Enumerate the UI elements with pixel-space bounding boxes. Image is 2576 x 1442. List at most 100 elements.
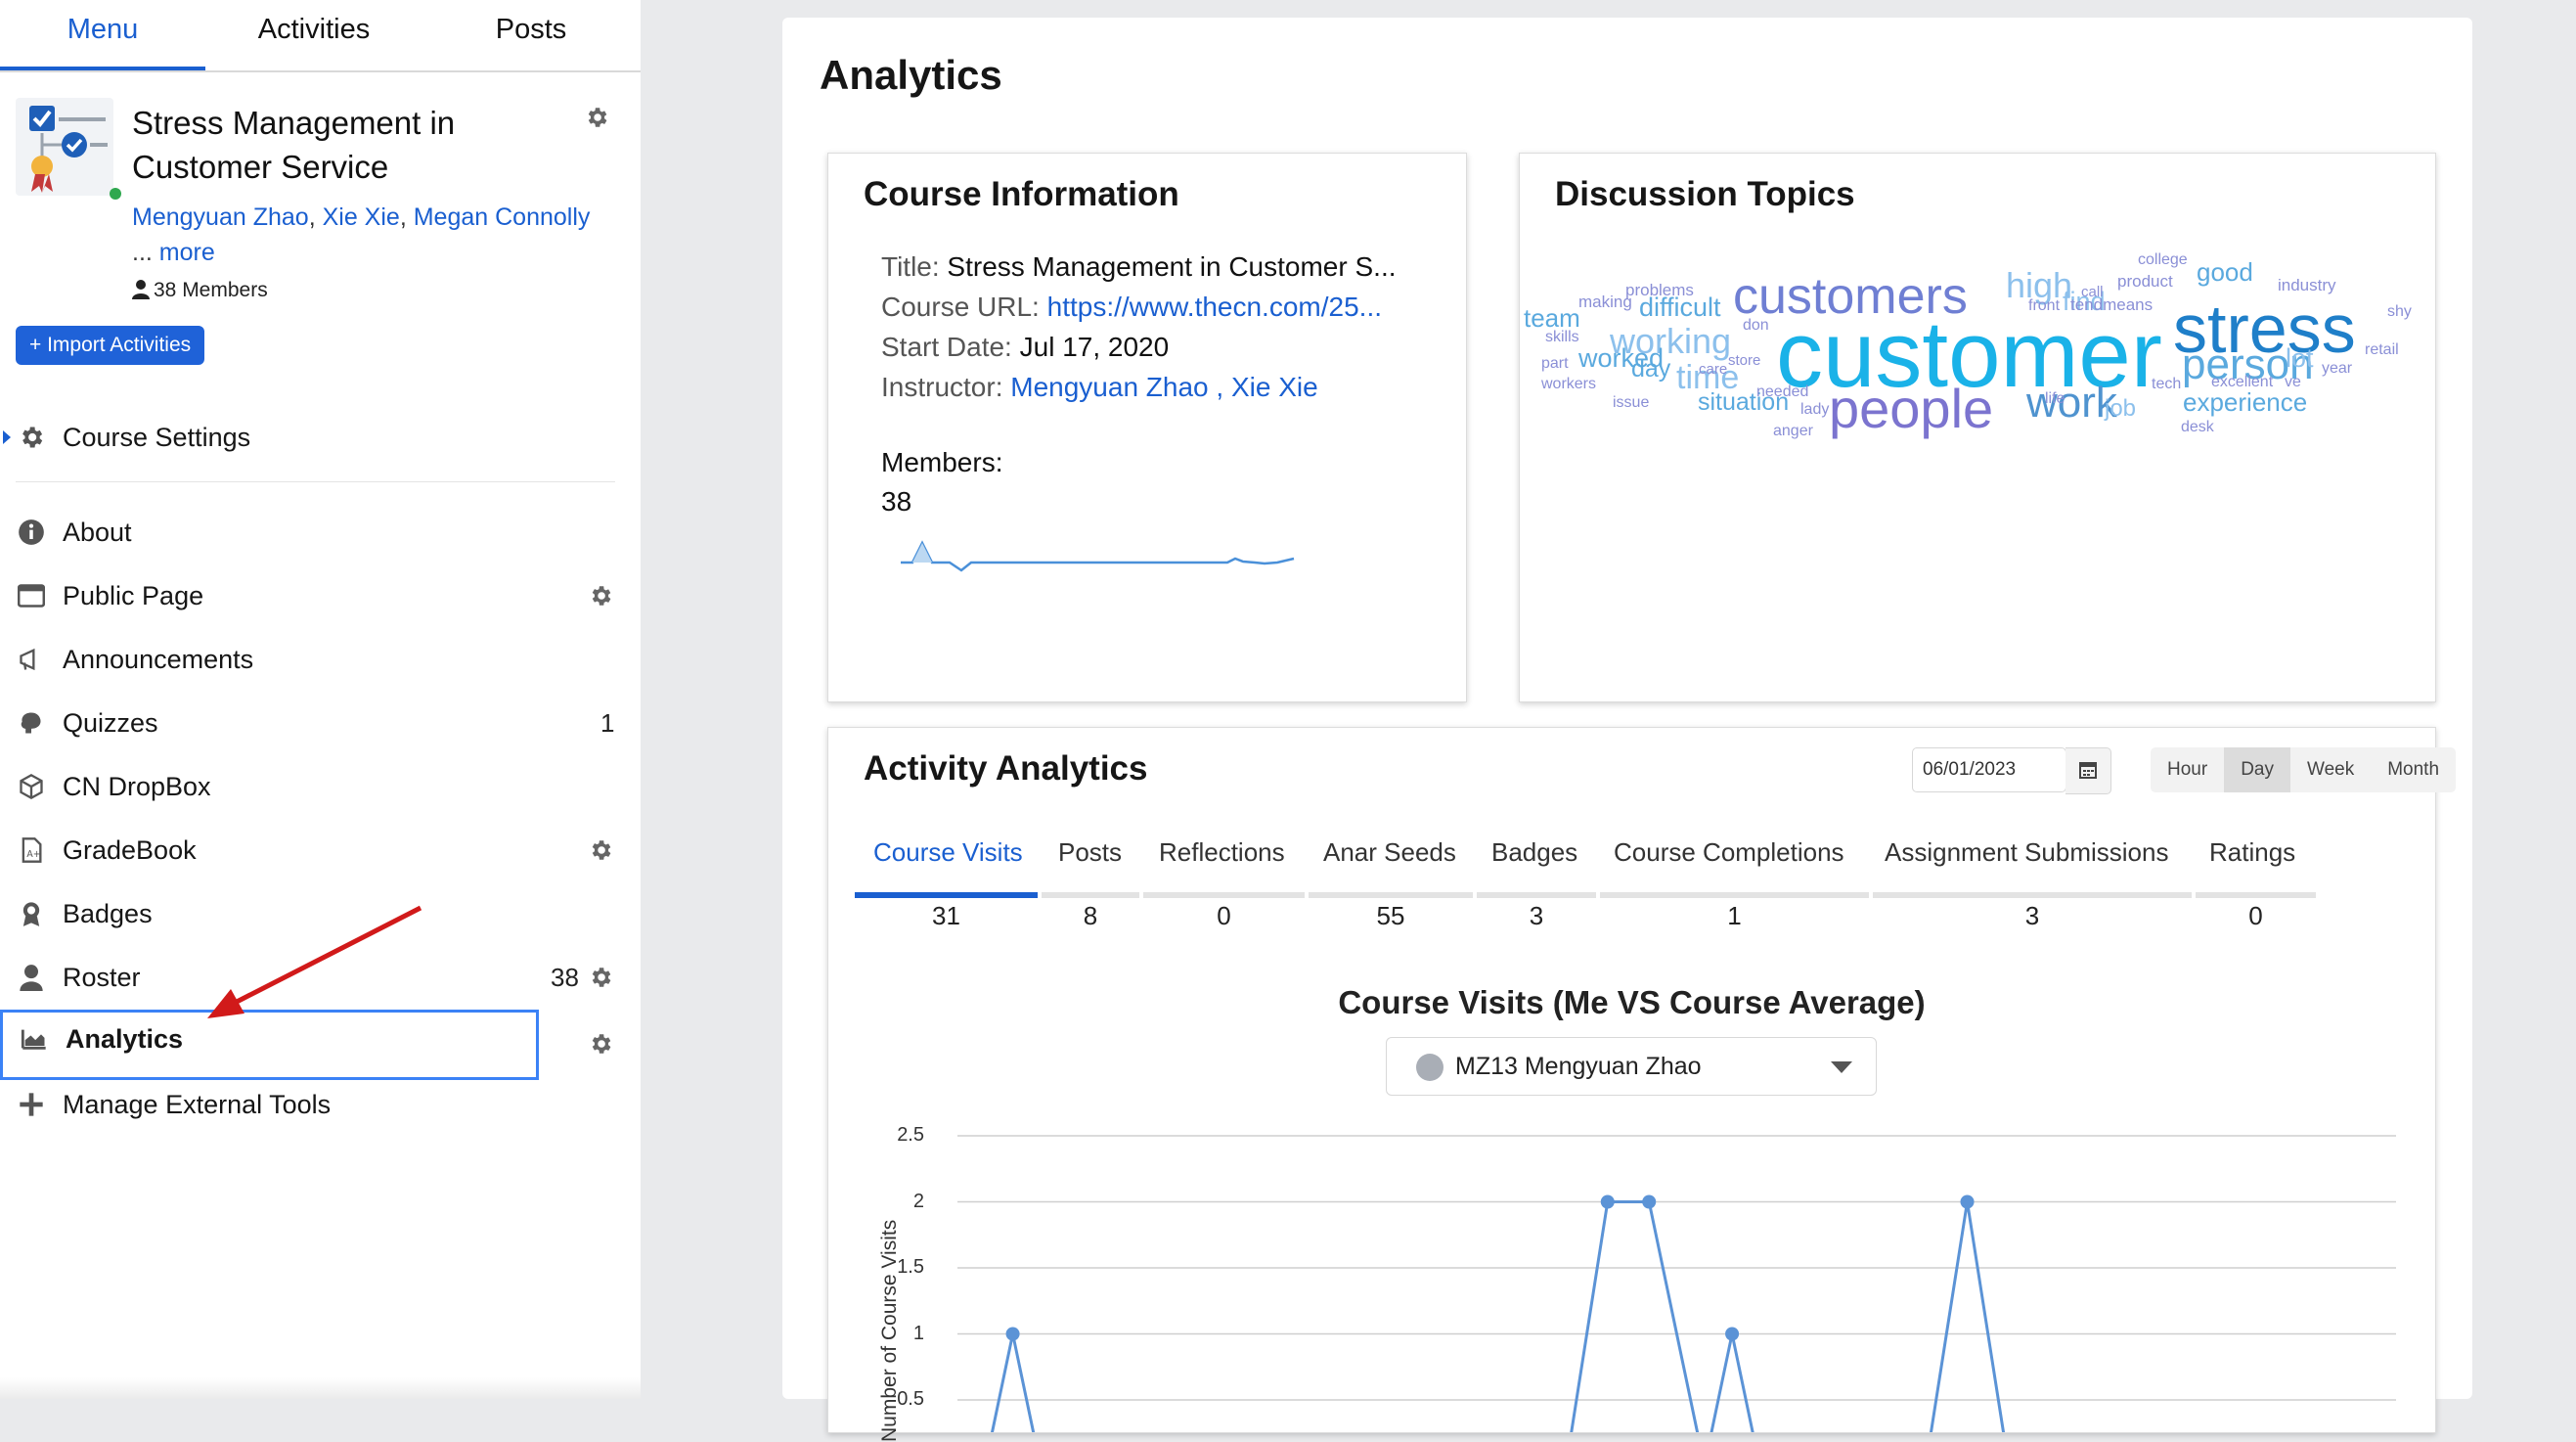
word-cloud-word: day <box>1631 355 1671 383</box>
members-value: 38 <box>881 486 912 517</box>
public-page-gear-icon[interactable] <box>588 583 613 608</box>
word-cloud-word: front <box>2028 297 2061 314</box>
roster-gear-icon[interactable] <box>588 965 613 990</box>
more-link[interactable]: more <box>159 239 215 266</box>
word-cloud-word: needed <box>1756 383 1809 400</box>
word-cloud-word: product <box>2117 272 2173 291</box>
word-cloud-word: shy <box>2387 303 2412 320</box>
word-cloud-word: people <box>1829 378 1994 439</box>
word-cloud-word: retail <box>2365 341 2399 358</box>
analytics-gear-icon[interactable] <box>588 1031 613 1057</box>
sidebar-item-label: Roster <box>63 963 141 992</box>
course-instructors: Mengyuan Zhao, Xie Xie, Megan Connolly .… <box>132 200 621 270</box>
word-cloud-word: issue <box>1613 394 1650 411</box>
gradebook-icon: A+ <box>22 837 42 863</box>
sidebar-item-announcements[interactable]: Announcements <box>0 631 626 688</box>
browser-window-icon <box>18 584 45 608</box>
sidebar-tabs: Menu Activities Posts <box>0 0 641 72</box>
word-cloud-word: anger <box>1773 423 1813 439</box>
instructor-link[interactable]: Megan Connolly <box>414 203 591 231</box>
word-cloud-word: customers <box>1733 268 1968 325</box>
word-cloud-word: tendmeans <box>2070 295 2154 314</box>
card-title: Course Information <box>864 175 1179 213</box>
sidebar-item-course-settings[interactable]: Course Settings <box>0 409 626 466</box>
word-cloud-word: life <box>2045 390 2065 407</box>
sidebar-item-quizzes[interactable]: Quizzes 1 <box>0 695 626 751</box>
info-icon <box>19 519 44 545</box>
word-cloud-word: ve <box>2285 374 2301 390</box>
course-title: Stress Management in Customer Service <box>132 105 456 185</box>
word-cloud-word: don <box>1743 317 1769 334</box>
course-settings-gear-icon[interactable] <box>584 105 609 130</box>
word-cloud-word: store <box>1728 352 1761 369</box>
caret-right-icon <box>3 430 11 444</box>
word-cloud-word: industry <box>2278 276 2336 294</box>
more-ellipsis: ... <box>132 239 159 266</box>
data-point[interactable] <box>1725 1327 1740 1341</box>
separator: , <box>399 203 414 231</box>
info-instructor-row: Instructor: Mengyuan Zhao , Xie Xie <box>881 372 1318 403</box>
data-point[interactable] <box>1642 1194 1657 1209</box>
word-cloud-word: work <box>2026 379 2117 427</box>
gradebook-gear-icon[interactable] <box>588 837 613 863</box>
sidebar-item-label: Badges <box>63 899 153 928</box>
members-sparkline <box>901 540 1295 572</box>
instructor-link[interactable]: Mengyuan Zhao <box>132 203 309 231</box>
sidebar-item-analytics[interactable]: Analytics <box>0 1010 539 1080</box>
page-title: Analytics <box>820 52 1002 98</box>
members-count: 38 Members <box>132 279 268 302</box>
gear-icon <box>22 427 43 448</box>
instructor-link[interactable]: Xie Xie <box>323 203 400 231</box>
members-label: Members: <box>881 447 1003 477</box>
tab-activities[interactable]: Activities <box>213 0 415 70</box>
course-url-link[interactable]: https://www.thecn.com/25... <box>1047 292 1382 322</box>
word-cloud: customer stress customers people person work w… <box>1520 154 2435 701</box>
tab-posts[interactable]: Posts <box>426 0 636 70</box>
sidebar-item-about[interactable]: About <box>0 504 626 561</box>
tab-menu[interactable]: Menu <box>0 0 205 70</box>
data-point[interactable] <box>1005 1327 1020 1341</box>
sidebar-item-roster[interactable]: Roster 38 <box>0 949 626 1006</box>
series-line <box>990 1200 2006 1432</box>
sidebar-item-public-page[interactable]: Public Page <box>0 567 626 624</box>
data-point[interactable] <box>1600 1194 1615 1209</box>
sidebar-item-label: GradeBook <box>63 835 197 865</box>
import-activities-button[interactable]: + Import Activities <box>16 326 205 365</box>
sidebar-item-label: About <box>63 518 132 547</box>
sidebar-item-label: Manage External Tools <box>63 1090 332 1119</box>
quizzes-count: 1 <box>600 708 615 738</box>
info-label: Start Date: <box>881 332 1012 362</box>
sidebar-item-gradebook[interactable]: A+ GradeBook <box>0 822 626 879</box>
info-start-row: Start Date: Jul 17, 2020 <box>881 332 1169 363</box>
megaphone-icon <box>20 648 35 671</box>
sidebar-item-badges[interactable]: Badges <box>0 885 626 942</box>
word-cloud-word: lot <box>2286 343 2314 373</box>
sidebar-item-label: CN DropBox <box>63 772 211 801</box>
bottom-shadow <box>0 1377 641 1399</box>
word-cloud-word: part <box>1541 355 1569 372</box>
sidebar-item-label: Public Page <box>63 581 204 610</box>
sidebar-item-label: Quizzes <box>63 708 158 738</box>
word-cloud-word: skills <box>1545 329 1579 345</box>
roster-count: 38 <box>551 963 579 992</box>
word-cloud-word: college <box>2138 251 2188 268</box>
word-cloud-word: good <box>2197 257 2253 287</box>
sidebar-item-label: Course Settings <box>63 423 251 452</box>
course-visits-chart <box>957 1135 2396 1432</box>
divider <box>16 481 615 482</box>
sidebar-item-manage-external-tools[interactable]: Manage External Tools <box>0 1076 626 1133</box>
word-cloud-word: year <box>2322 360 2353 377</box>
course-logo <box>16 98 121 200</box>
word-cloud-word: making <box>1578 293 1632 311</box>
word-cloud-word: care <box>1699 361 1728 378</box>
badge-icon <box>22 902 40 926</box>
sidebar-item-label: Analytics <box>66 1024 184 1054</box>
instructor-link[interactable]: Mengyuan Zhao , Xie Xie <box>1010 372 1317 402</box>
discussion-topics-card: Discussion Topics customer stress customer… <box>1519 153 2436 702</box>
sidebar-item-label: Announcements <box>63 645 254 674</box>
data-point[interactable] <box>1960 1194 1975 1209</box>
info-url-row: Course URL: https://www.thecn.com/25... <box>881 292 1382 323</box>
sidebar-item-cn-dropbox[interactable]: CN DropBox <box>0 758 626 815</box>
word-cloud-word: problems <box>1625 281 1694 299</box>
word-cloud-word: tech <box>2152 376 2182 392</box>
